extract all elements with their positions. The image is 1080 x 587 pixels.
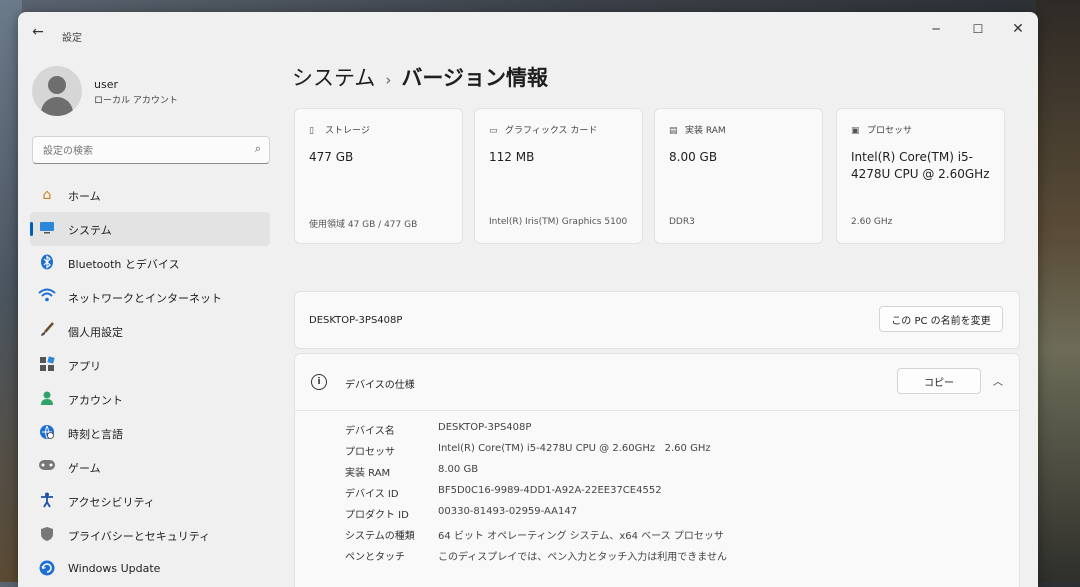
user-name: user <box>94 78 118 91</box>
account-type: ローカル アカウント <box>94 96 178 106</box>
sidebar-item-network[interactable]: ネットワークとインターネット <box>30 280 270 314</box>
gamepad-icon <box>38 458 56 476</box>
sidebar-item-label: 時刻と言語 <box>68 428 123 441</box>
cpu-icon: ▣ <box>851 126 860 136</box>
device-specs-title: デバイスの仕様 <box>345 380 415 391</box>
spec-key: デバイス ID <box>345 489 399 500</box>
sidebar-item-accessibility[interactable]: アクセシビリティ <box>30 484 270 518</box>
sidebar-item-label: アカウント <box>68 394 123 407</box>
sidebar-item-label: ゲーム <box>68 462 101 475</box>
sidebar-item-label: プライバシーとセキュリティ <box>68 530 211 543</box>
storage-card: ▯ ストレージ 477 GB 使用領域 47 GB / 477 GB <box>294 108 463 244</box>
sidebar-item-label: Bluetooth とデバイス <box>68 258 180 271</box>
gpu-icon: ▭ <box>489 126 498 136</box>
breadcrumb: システム › バージョン情報 <box>292 62 548 92</box>
window-title: 設定 <box>62 33 82 44</box>
sidebar-item-label: 個人用設定 <box>68 326 123 339</box>
maximize-icon[interactable]: ☐ <box>958 18 998 40</box>
sidebar-item-label: アプリ <box>68 360 101 373</box>
close-icon[interactable]: ✕ <box>998 18 1038 40</box>
spec-key: プロダクト ID <box>345 510 409 521</box>
sidebar-item-system[interactable]: システム <box>30 212 270 246</box>
copy-button[interactable]: コピー <box>897 368 981 394</box>
chevron-up-icon[interactable]: ︿ <box>991 373 1005 388</box>
card-label: ストレージ <box>325 126 370 136</box>
apps-icon <box>38 356 56 374</box>
spec-key: プロセッサ <box>345 447 395 458</box>
card-sub: DDR3 <box>669 217 695 227</box>
sidebar-item-accounts[interactable]: アカウント <box>30 382 270 416</box>
storage-icon: ▯ <box>309 126 314 136</box>
home-icon: ⌂ <box>42 187 52 203</box>
ram-icon: ▤ <box>669 126 678 136</box>
spec-value: Intel(R) Core(TM) i5-4278U CPU @ 2.60GHz… <box>438 443 711 454</box>
spec-value: このディスプレイでは、ペン入力とタッチ入力は利用できません <box>438 552 727 563</box>
sidebar-item-label: Windows Update <box>68 562 161 575</box>
search-icon[interactable]: ⌕ <box>255 142 261 156</box>
card-label: グラフィックス カード <box>505 126 598 136</box>
spec-value: BF5D0C16-9989-4DD1-A92A-22EE37CE4552 <box>438 485 662 496</box>
sidebar-item-home[interactable]: ⌂ ホーム <box>30 178 270 212</box>
card-label: プロセッサ <box>867 126 913 136</box>
breadcrumb-parent[interactable]: システム <box>292 66 375 90</box>
title-bar: ← 設定 ─ ☐ ✕ <box>18 12 1038 48</box>
spec-value: 00330-81493-02959-AA147 <box>438 506 578 517</box>
minimize-icon[interactable]: ─ <box>916 18 956 40</box>
desktop-wallpaper-right <box>1036 0 1080 582</box>
info-icon: i <box>311 374 327 390</box>
card-value: 477 GB <box>309 150 354 164</box>
device-specs-panel: i デバイスの仕様 コピー ︿ デバイス名 DESKTOP-3PS408P プロセ… <box>294 353 1020 587</box>
sidebar-item-label: システム <box>68 224 112 237</box>
sidebar-item-bluetooth[interactable]: Bluetooth とデバイス <box>30 246 270 280</box>
device-name: DESKTOP-3PS408P <box>309 315 403 326</box>
device-name-panel: DESKTOP-3PS408P この PC の名前を変更 <box>294 291 1020 349</box>
card-label: 実装 RAM <box>685 126 726 136</box>
shield-icon <box>38 526 56 544</box>
ram-card: ▤ 実装 RAM 8.00 GB DDR3 <box>654 108 823 244</box>
card-sub: 2.60 GHz <box>851 217 893 227</box>
accessibility-icon <box>38 492 56 510</box>
card-value: 112 MB <box>489 150 535 164</box>
spec-key: 実装 RAM <box>345 468 391 479</box>
spec-value: 64 ビット オペレーティング システム、x64 ベース プロセッサ <box>438 531 724 542</box>
person-icon <box>38 390 56 408</box>
settings-window: ← 設定 ─ ☐ ✕ user ローカル アカウント ⌕ ⌂ ホーム システム <box>18 12 1038 587</box>
brush-icon <box>38 322 56 340</box>
avatar <box>32 66 82 116</box>
page-title: バージョン情報 <box>401 66 548 90</box>
card-value: Intel(R) Core(TM) i5-4278U CPU @ 2.60GHz <box>851 150 990 181</box>
sidebar-item-apps[interactable]: アプリ <box>30 348 270 382</box>
sidebar-item-privacy[interactable]: プライバシーとセキュリティ <box>30 518 270 552</box>
search-input[interactable] <box>41 141 235 161</box>
device-specs-header[interactable]: i デバイスの仕様 コピー ︿ <box>295 354 1019 411</box>
spec-value: 8.00 GB <box>438 464 479 475</box>
globe-clock-icon <box>38 424 56 442</box>
wifi-icon <box>38 288 56 306</box>
processor-card: ▣ プロセッサ Intel(R) Core(TM) i5-4278U CPU @ … <box>836 108 1005 244</box>
sidebar-item-windows-update[interactable]: Windows Update <box>30 552 270 586</box>
spec-key: システムの種類 <box>345 531 415 542</box>
update-icon <box>38 560 56 578</box>
graphics-card: ▭ グラフィックス カード 112 MB Intel(R) Iris(TM) Gr… <box>474 108 643 244</box>
spec-value: DESKTOP-3PS408P <box>438 422 532 433</box>
search-box[interactable]: ⌕ <box>32 136 270 164</box>
sidebar-item-label: アクセシビリティ <box>68 496 155 509</box>
spec-key: デバイス名 <box>345 426 395 437</box>
sidebar-nav: ⌂ ホーム システム Bluetooth とデバイス ネットワークとインターネッ… <box>30 178 270 586</box>
sidebar-item-label: ネットワークとインターネット <box>68 292 222 305</box>
card-sub: 使用領域 47 GB / 477 GB <box>309 220 418 230</box>
card-value: 8.00 GB <box>669 150 718 164</box>
card-sub: Intel(R) Iris(TM) Graphics 5100 <box>489 217 628 227</box>
spec-key: ペンとタッチ <box>345 552 405 563</box>
chevron-right-icon: › <box>385 71 392 89</box>
sidebar-item-gaming[interactable]: ゲーム <box>30 450 270 484</box>
sidebar-item-label: ホーム <box>68 190 101 203</box>
monitor-icon <box>38 220 56 238</box>
back-arrow-icon[interactable]: ← <box>30 24 46 40</box>
sidebar-item-personalization[interactable]: 個人用設定 <box>30 314 270 348</box>
sidebar-item-time-language[interactable]: 時刻と言語 <box>30 416 270 450</box>
rename-pc-button[interactable]: この PC の名前を変更 <box>879 306 1003 332</box>
bluetooth-icon <box>38 254 56 272</box>
